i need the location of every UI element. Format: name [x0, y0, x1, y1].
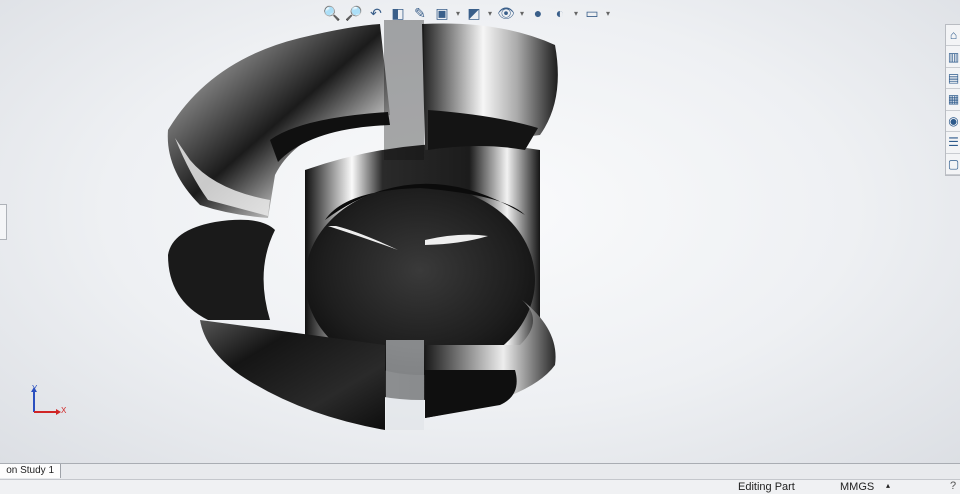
section-view-icon[interactable]: ◧ [388, 3, 408, 23]
view-settings-icon[interactable]: ▭ [582, 3, 602, 23]
view-palette-icon[interactable]: ▦ [946, 89, 960, 111]
part-model[interactable] [0, 0, 960, 463]
tab-study-1-label: on Study 1 [6, 465, 54, 476]
task-pane-tabs: ⌂ ▥ ▤ ▦ ◉ ☰ ▢ [945, 24, 960, 176]
forum-icon[interactable]: ▢ [946, 154, 960, 175]
left-arc-segment [168, 219, 275, 320]
custom-properties-icon[interactable]: ☰ [946, 132, 960, 154]
hide-show-dropdown-icon[interactable]: ▾ [518, 9, 526, 18]
zoom-to-area-icon[interactable]: 🔎 [344, 3, 364, 23]
help-icon[interactable]: ? [950, 480, 956, 492]
graphics-area[interactable]: 🔍 🔎 ↶ ◧ ✎ ▣ ▾ ◩ ▾ 👁 ▾ ● ◐ ▾ ▭ ▾ ⌂ ▥ ▤ ▦ … [0, 0, 960, 463]
view-orientation-icon[interactable]: ▣ [432, 3, 452, 23]
display-style-dropdown-icon[interactable]: ▾ [486, 9, 494, 18]
previous-view-icon[interactable]: ↶ [366, 3, 386, 23]
reference-triad: Y X [24, 382, 74, 422]
apply-scene-icon[interactable]: ◐ [550, 3, 570, 23]
hide-show-items-icon[interactable]: 👁 [496, 3, 516, 23]
edit-appearance-icon[interactable]: ● [528, 3, 548, 23]
zoom-to-fit-icon[interactable]: 🔍 [322, 3, 342, 23]
triad-x-label: X [61, 406, 67, 415]
bottom-tab-bar: on Study 1 [0, 463, 960, 479]
display-style-icon[interactable]: ◩ [464, 3, 484, 23]
file-explorer-icon[interactable]: ▤ [946, 68, 960, 90]
heads-up-view-toolbar: 🔍 🔎 ↶ ◧ ✎ ▣ ▾ ◩ ▾ 👁 ▾ ● ◐ ▾ ▭ ▾ [322, 3, 612, 23]
design-library-icon[interactable]: ▥ [946, 46, 960, 68]
triad-y-label: Y [32, 384, 38, 393]
home-tab-icon[interactable]: ⌂ [946, 25, 960, 47]
feature-manager-collapse-handle[interactable] [0, 204, 7, 240]
tab-study-1[interactable]: on Study 1 [0, 464, 61, 478]
apply-scene-dropdown-icon[interactable]: ▾ [572, 9, 580, 18]
dynamic-annotation-icon[interactable]: ✎ [410, 3, 430, 23]
view-settings-dropdown-icon[interactable]: ▾ [604, 9, 612, 18]
status-bar: Editing Part MMGS ▴ ? [0, 479, 960, 494]
view-orientation-dropdown-icon[interactable]: ▾ [454, 9, 462, 18]
unit-system-selector[interactable]: MMGS [840, 481, 874, 493]
appearances-icon[interactable]: ◉ [946, 111, 960, 133]
unit-system-arrow-icon[interactable]: ▴ [886, 481, 890, 490]
status-editing-mode: Editing Part [738, 481, 795, 493]
